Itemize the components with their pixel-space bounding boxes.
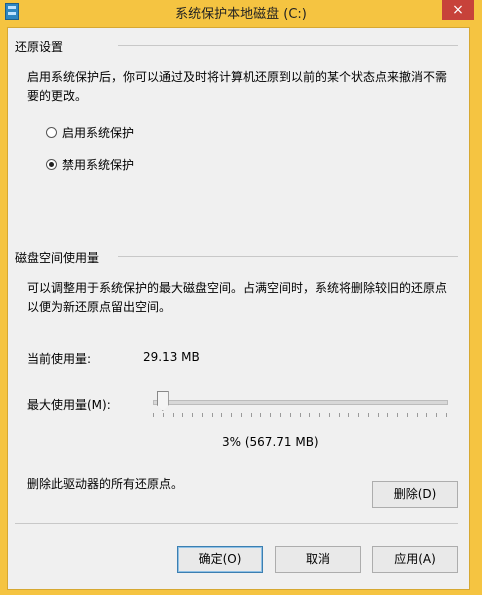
slider-tick	[426, 413, 427, 417]
window-title: 系统保护本地磁盘 (C:)	[175, 7, 307, 22]
slider-tick	[202, 413, 203, 417]
delete-button[interactable]: 删除(D)	[372, 481, 458, 508]
disable-protection-label: 禁用系统保护	[62, 158, 135, 172]
slider-tick	[280, 413, 281, 417]
enable-protection-label: 启用系统保护	[62, 126, 135, 140]
dialog-client-area: 还原设置 启用系统保护后，你可以通过及时将计算机还原到以前的某个状态点来撤消不需…	[7, 27, 470, 590]
slider-tick	[358, 413, 359, 417]
slider-tick	[348, 413, 349, 417]
slider-tick	[241, 413, 242, 417]
max-usage-slider-track[interactable]	[153, 400, 448, 405]
current-usage-label: 当前使用量:	[27, 352, 92, 366]
slider-tick	[339, 413, 340, 417]
slider-tick	[319, 413, 320, 417]
ok-button[interactable]: 确定(O)	[177, 546, 263, 573]
slider-tick	[417, 413, 418, 417]
cancel-button[interactable]: 取消	[275, 546, 361, 573]
enable-protection-radio[interactable]	[46, 127, 57, 138]
current-usage-value: 29.13 MB	[143, 350, 200, 364]
slider-tick	[163, 413, 164, 417]
slider-tick	[192, 413, 193, 417]
slider-tick	[270, 413, 271, 417]
slider-tick	[378, 413, 379, 417]
enable-protection-option[interactable]: 启用系统保护	[46, 124, 134, 141]
footer-divider	[15, 523, 458, 524]
slider-tick	[300, 413, 301, 417]
max-usage-slider-thumb[interactable]	[156, 391, 169, 411]
restore-settings-divider	[118, 45, 458, 46]
slider-tick	[309, 413, 310, 417]
restore-settings-description-line2: 要的更改。	[27, 89, 88, 103]
slider-tick	[368, 413, 369, 417]
slider-tick	[173, 413, 174, 417]
restore-settings-description-line1: 启用系统保护后，你可以通过及时将计算机还原到以前的某个状态点来撤消不需	[27, 70, 448, 84]
slider-tick	[329, 413, 330, 417]
disk-usage-divider	[118, 256, 458, 257]
disk-usage-description-line2: 以便为新还原点留出空间。	[27, 300, 172, 314]
apply-button[interactable]: 应用(A)	[372, 546, 458, 573]
slider-tick	[231, 413, 232, 417]
slider-tick	[260, 413, 261, 417]
max-usage-value: 3% (567.71 MB)	[222, 435, 319, 449]
slider-tick	[221, 413, 222, 417]
close-button[interactable]: ×	[442, 0, 474, 20]
disable-protection-option[interactable]: 禁用系统保护	[46, 156, 134, 173]
slider-tick	[397, 413, 398, 417]
slider-tick	[446, 413, 447, 417]
slider-tick	[407, 413, 408, 417]
system-protection-dialog: 系统保护本地磁盘 (C:) × 还原设置 启用系统保护后，你可以通过及时将计算机…	[0, 0, 482, 595]
disk-usage-title: 磁盘空间使用量	[15, 251, 100, 265]
title-bar: 系统保护本地磁盘 (C:) ×	[0, 0, 482, 22]
slider-tick	[212, 413, 213, 417]
max-usage-slider-ticks	[153, 413, 447, 417]
restore-settings-title: 还原设置	[15, 40, 64, 54]
slider-tick	[436, 413, 437, 417]
disable-protection-radio[interactable]	[46, 159, 57, 170]
slider-tick	[182, 413, 183, 417]
slider-tick	[387, 413, 388, 417]
slider-tick	[153, 413, 154, 417]
delete-restore-points-description: 删除此驱动器的所有还原点。	[27, 477, 184, 491]
disk-usage-description-line1: 可以调整用于系统保护的最大磁盘空间。占满空间时，系统将删除较旧的还原点	[27, 281, 448, 295]
max-usage-label: 最大使用量(M):	[27, 398, 111, 412]
slider-tick	[290, 413, 291, 417]
slider-tick	[251, 413, 252, 417]
